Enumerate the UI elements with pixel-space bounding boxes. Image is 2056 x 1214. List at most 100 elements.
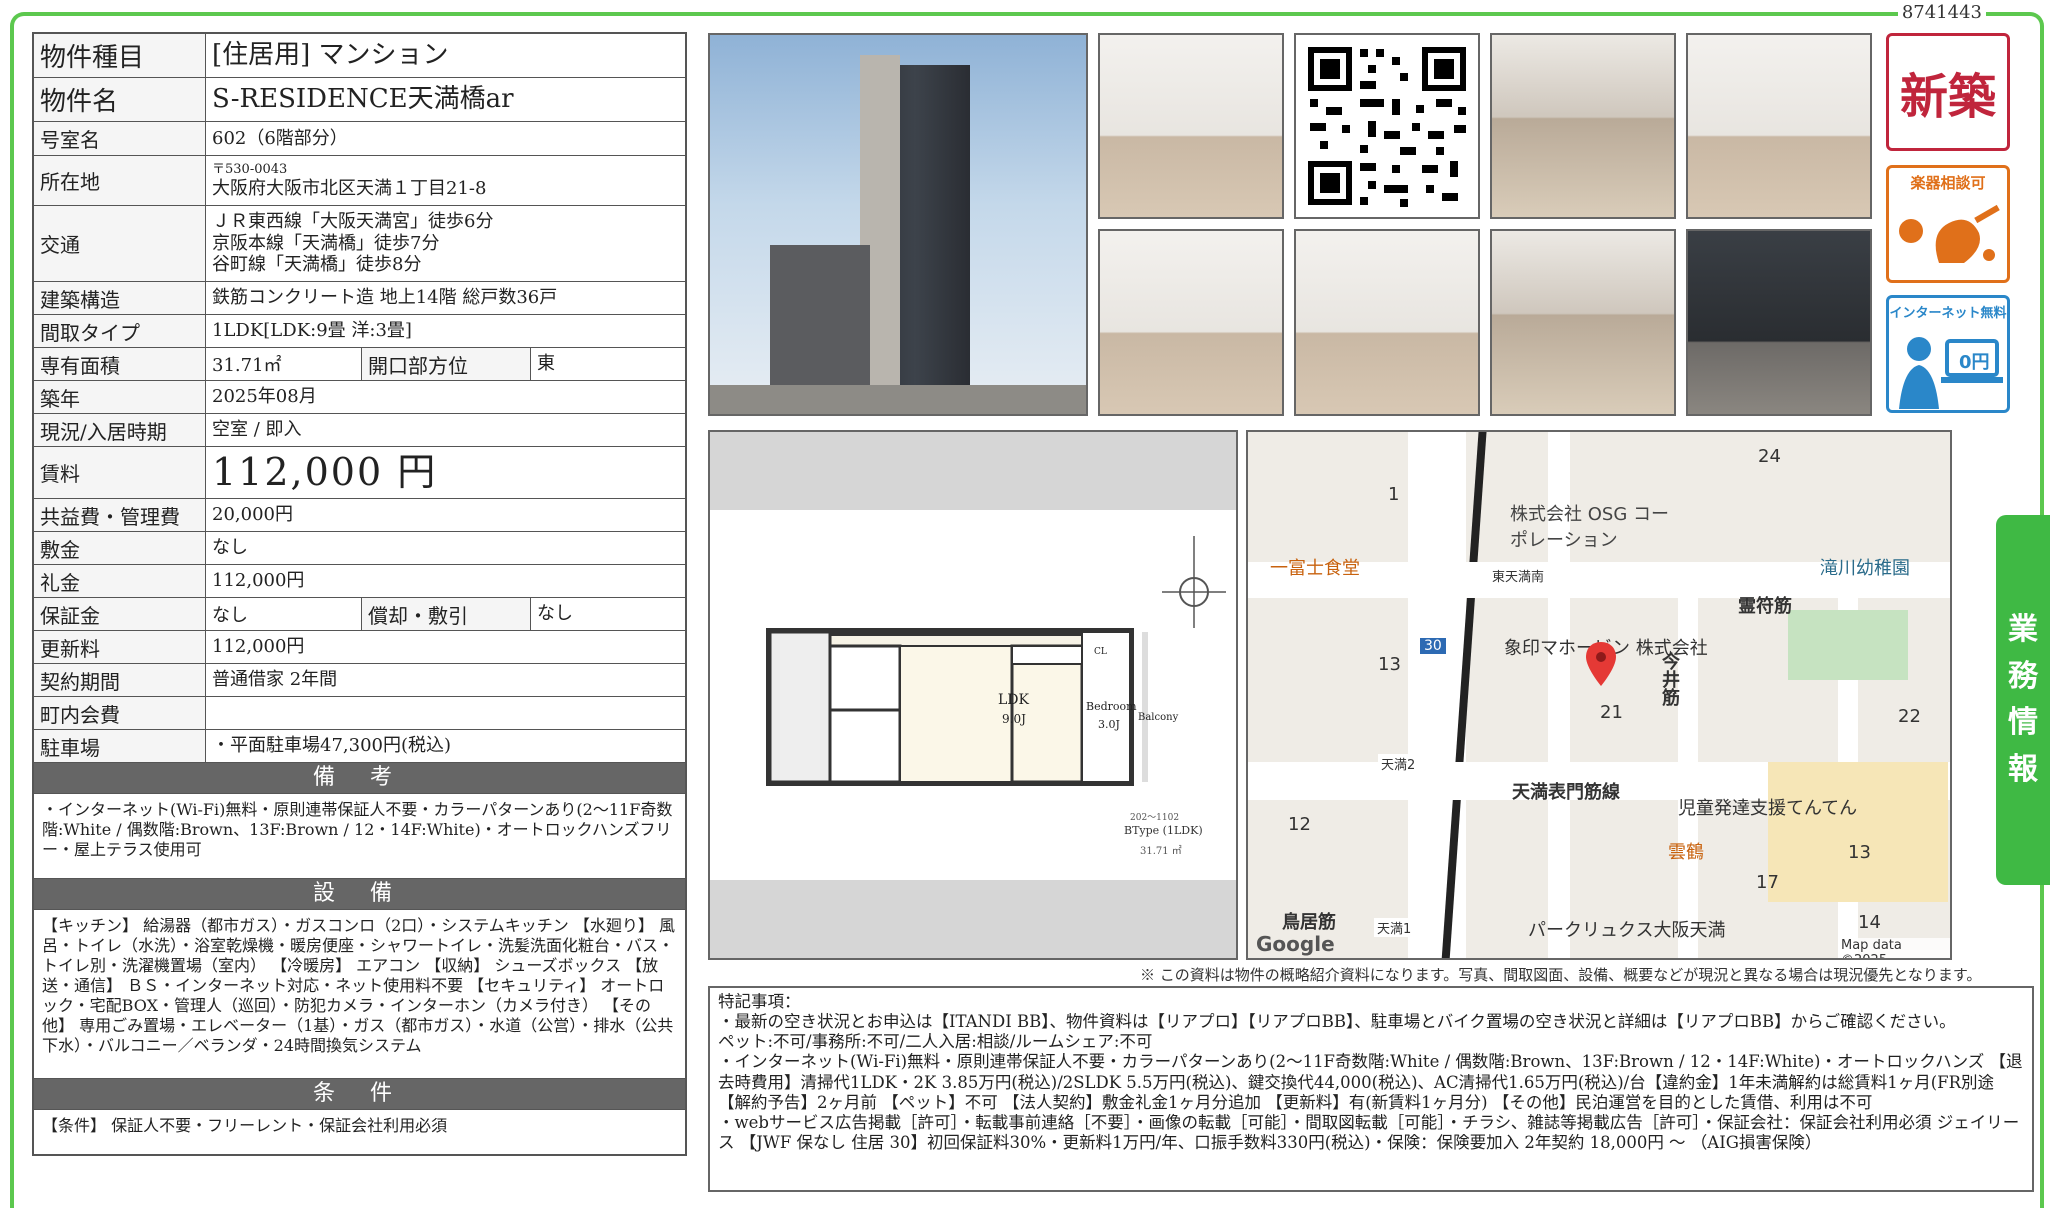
access-label: 交通	[34, 206, 206, 281]
bedroom-size: 3.0J	[1098, 718, 1120, 731]
building-exterior-photo	[708, 33, 1088, 416]
layout-label: 間取タイプ	[34, 315, 206, 347]
washroom-photo	[1490, 229, 1676, 416]
room-photo-2	[1294, 229, 1480, 416]
equipment-text: 【キッチン】 給湯器（都市ガス）・ガスコンロ（2口）・システムキッチン 【水廻り…	[34, 910, 685, 1079]
address-label: 所在地	[34, 156, 206, 205]
address-value: 大阪府大阪市北区天満１丁目21-8	[212, 177, 487, 199]
name-label: 物件名	[34, 78, 206, 121]
balcony-label: Balcony	[1138, 712, 1179, 723]
map-block-24: 24	[1758, 446, 1781, 467]
map-pin-icon	[1586, 642, 1616, 686]
amortization-value: なし	[537, 603, 573, 625]
map-intersection-tenma1: 天満1	[1374, 918, 1415, 937]
deposit-value: なし	[212, 537, 248, 559]
property-info-table: 物件種目 [住居用] マンション 物件名 S-RESIDENCE天満橋ar 号室…	[32, 32, 687, 1156]
special-note-line: ペット:不可/事務所:不可/二人入居:相談/ルームシェア:不可	[718, 1032, 1153, 1052]
map-poi-unkaku: 雲鶴	[1668, 842, 1704, 863]
disclaimer-note: ※ この資料は物件の概略紹介資料になります。写真、間取図面、設備、概要などが現況…	[1140, 966, 1982, 984]
fee-label: 共益費・管理費	[34, 499, 206, 531]
access-line: 京阪本線「天満橋」徒歩7分	[212, 232, 440, 254]
map-block-17: 17	[1756, 872, 1779, 893]
room-label: 号室名	[34, 122, 206, 155]
internet-free-text: インターネット無料	[1889, 306, 2007, 321]
contract-value: 普通借家 2年間	[212, 669, 338, 691]
map-intersection-higashi: 東天満南	[1492, 570, 1545, 585]
key-money-label: 礼金	[34, 565, 206, 597]
layout-value: 1LDK[LDK:9畳 洋:3畳]	[212, 320, 412, 342]
direction-label: 開口部方位	[361, 348, 531, 380]
conditions-text: 【条件】 保証人不要・フリーレント・保証会社利用必須	[42, 1116, 448, 1135]
built-value: 2025年08月	[212, 386, 317, 408]
closet-photo	[1098, 229, 1284, 416]
structure-value: 鉄筋コンクリート造 地上14階 総戸数36戸	[212, 287, 558, 309]
room-value: 602（6階部分）	[212, 127, 348, 149]
kitchen-photo	[1490, 33, 1676, 219]
business-info-tab[interactable]: 業 務 情 報	[1996, 515, 2050, 885]
fee-value: 20,000円	[212, 504, 293, 526]
special-notes-title: 特記事項：	[718, 992, 801, 1011]
unit-range: 202〜1102	[1130, 813, 1180, 823]
guarantee-value: なし	[212, 605, 248, 626]
guarantee-label: 保証金	[34, 598, 206, 630]
direction-value: 東	[537, 353, 555, 375]
parking-value: ・平面駐車場47,300円(税込)	[212, 735, 452, 757]
equipment-header: 設 備	[34, 879, 685, 910]
map-block-22: 22	[1898, 706, 1921, 727]
contract-label: 契約期間	[34, 664, 206, 696]
internet-free-badge: インターネット無料 0円	[1886, 295, 2010, 413]
compass-icon	[1162, 536, 1226, 628]
remarks-header: 備 考	[34, 763, 685, 794]
postal-code: 〒530-0043	[212, 161, 288, 177]
amortization-label: 償却・敷引	[361, 598, 531, 630]
location-map[interactable]: 24 1 株式会社 OSG コーポレーション 一富士食堂 東天満南 滝川幼稚園 …	[1246, 430, 1952, 960]
floor-plan: LDK 9.0J Bedroom 3.0J Balcony CL 202〜110…	[708, 430, 1238, 960]
room-photo-1	[1098, 33, 1284, 219]
room-photo-window	[1686, 33, 1872, 219]
key-money-value: 112,000円	[212, 570, 305, 592]
map-block-13a: 13	[1378, 654, 1401, 675]
type-label: 物件種目	[34, 34, 206, 77]
floor-plan-drawing	[766, 536, 1226, 786]
special-note-line: ・webサービス広告掲載［許可］・転載事前連絡［不要］・画像の転載［可能］・間取…	[718, 1112, 2020, 1152]
status-label: 現況/入居時期	[34, 414, 206, 446]
built-label: 築年	[34, 381, 206, 413]
ldk-label: LDK	[998, 692, 1029, 708]
unit-type: BType (1LDK)	[1124, 824, 1203, 837]
map-street-torii: 鳥居筋	[1282, 912, 1336, 933]
area-value: 31.71㎡	[212, 355, 282, 376]
bedroom-label: Bedroom	[1086, 700, 1137, 713]
new-building-badge: 新築	[1886, 33, 2010, 151]
special-note-line: ・インターネット(Wi-Fi)無料・原則連帯保証人不要・カラーパターンあり(2〜…	[718, 1052, 2023, 1112]
tab-char: 務	[2008, 658, 2038, 694]
map-route-30: 30	[1420, 638, 1446, 654]
renewal-label: 更新料	[34, 631, 206, 663]
access-line: 谷町線「天満橋」徒歩8分	[212, 254, 422, 276]
map-poi-child-support: 児童発達支援てんてん	[1678, 798, 1858, 819]
guitar-icon	[1899, 204, 2000, 263]
instrument-ok-text: 楽器相談可	[1910, 174, 1986, 192]
deposit-label: 敷金	[34, 532, 206, 564]
map-poi-fuji: 一富士食堂	[1270, 558, 1360, 579]
map-block-12: 12	[1288, 814, 1311, 835]
google-logo: Google	[1256, 932, 1335, 956]
map-block-14: 14	[1858, 912, 1881, 933]
special-note-line: ・最新の空き状況とお申込は【ITANDI BB】、物件資料は【リアプロ】【リアプ…	[718, 1012, 1956, 1032]
rent-label: 賃料	[34, 447, 206, 498]
property-id: 8741443	[1897, 2, 1986, 23]
parking-label: 駐車場	[34, 730, 206, 762]
map-intersection-tenma2: 天満2	[1378, 754, 1419, 773]
conditions-header: 条 件	[34, 1079, 685, 1110]
access-line: ＪＲ東西線「大阪天満宮」徒歩6分	[212, 211, 494, 233]
status-value: 空室 / 即入	[212, 419, 302, 441]
name-value: S-RESIDENCE天満橋ar	[212, 83, 514, 114]
map-poi-osg: 株式会社 OSG コーポレーション	[1510, 504, 1669, 551]
community-fee-value	[206, 697, 685, 729]
qr-code	[1294, 33, 1480, 219]
special-notes: 特記事項： ・最新の空き状況とお申込は【ITANDI BB】、物件資料は【リアプ…	[708, 986, 2034, 1192]
renewal-value: 112,000円	[212, 636, 305, 658]
internet-price: 0円	[1959, 352, 1990, 373]
area-label: 専有面積	[34, 348, 206, 380]
rent-value: 112,000 円	[212, 449, 438, 494]
map-street-omote: 天満表門筋線	[1512, 782, 1620, 803]
